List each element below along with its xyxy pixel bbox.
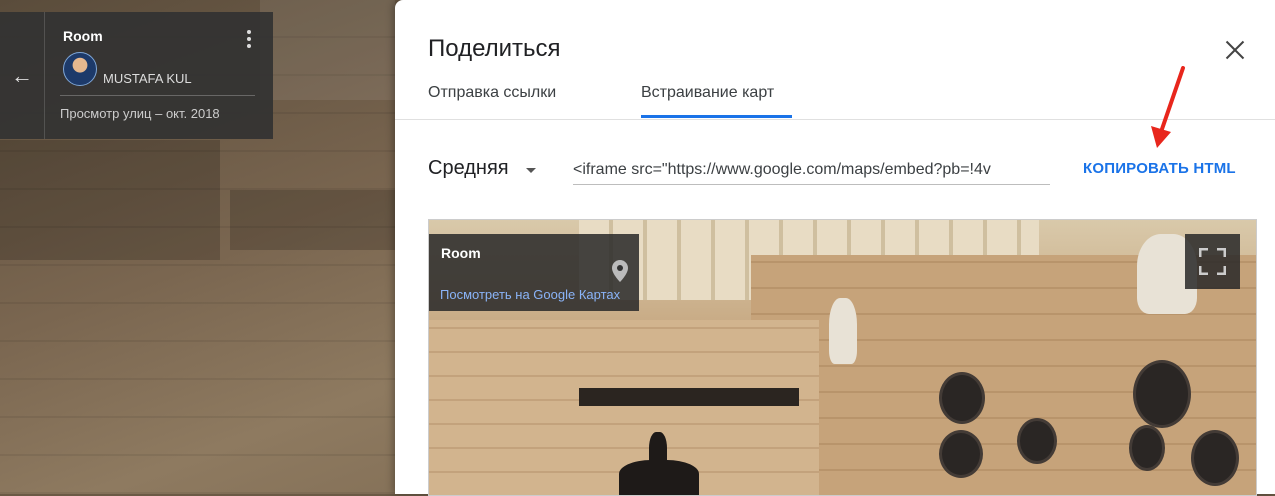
tab-send-link[interactable]: Отправка ссылки: [428, 84, 556, 102]
arrow-left-icon[interactable]: ←: [0, 12, 45, 139]
preview-disc: [939, 372, 985, 424]
preview-info-card: Room Посмотреть на Google Картах: [429, 234, 639, 311]
fullscreen-button[interactable]: [1185, 234, 1240, 289]
bg-wall-shadow: [230, 190, 395, 250]
divider: [60, 95, 255, 96]
embed-preview[interactable]: Room Посмотреть на Google Картах: [428, 219, 1257, 496]
preview-disc: [939, 430, 983, 478]
copy-html-button[interactable]: КОПИРОВАТЬ HTML: [1083, 160, 1236, 177]
red-arrow-annotation: [1151, 66, 1185, 148]
view-on-google-maps-link[interactable]: Посмотреть на Google Картах: [440, 287, 625, 302]
embed-code-input[interactable]: [573, 156, 1050, 185]
bg-window: [260, 0, 395, 100]
bg-wall-shadow: [0, 140, 220, 260]
tabs-divider: [395, 119, 1275, 120]
avatar[interactable]: [63, 52, 97, 86]
author-name[interactable]: MUSTAFA KUL: [103, 71, 192, 86]
fullscreen-icon: [1199, 248, 1226, 275]
more-vert-icon[interactable]: [240, 27, 258, 51]
preview-statue: [829, 298, 857, 364]
preview-horse: [619, 460, 699, 495]
location-info-card: ← Room MUSTAFA KUL Просмотр улиц – окт. …: [0, 12, 273, 139]
preview-disc: [1017, 418, 1057, 464]
share-dialog: Поделиться Отправка ссылки Встраивание к…: [395, 0, 1275, 496]
preview-slot: [579, 388, 799, 406]
location-title: Room: [63, 28, 103, 44]
chevron-down-icon[interactable]: [526, 168, 536, 173]
capture-date: Просмотр улиц – окт. 2018: [60, 106, 220, 121]
active-tab-indicator: [641, 115, 792, 118]
tab-embed-map[interactable]: Встраивание карт: [641, 84, 774, 102]
size-dropdown[interactable]: Средняя: [428, 157, 509, 180]
preview-disc: [1133, 360, 1191, 428]
map-pin-icon[interactable]: [612, 260, 628, 282]
preview-disc: [1129, 425, 1165, 471]
preview-title: Room: [441, 245, 481, 261]
preview-disc: [1191, 430, 1239, 486]
dialog-title: Поделиться: [428, 35, 561, 62]
close-icon[interactable]: [1221, 36, 1249, 64]
